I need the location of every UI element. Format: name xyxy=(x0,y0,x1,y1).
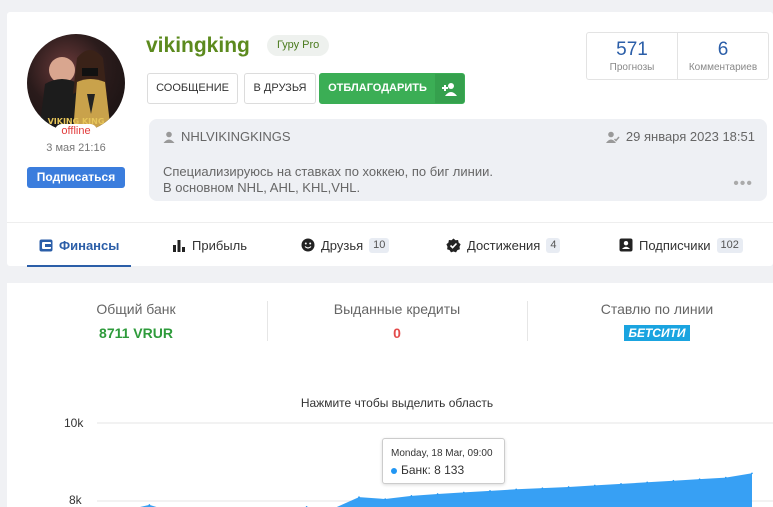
bank-data-point[interactable] xyxy=(384,498,387,500)
bank-title: Общий банк xyxy=(96,301,176,317)
bank-data-point[interactable] xyxy=(489,490,491,492)
thank-button[interactable]: ОТБЛАГОДАРИТЬ xyxy=(319,73,465,104)
profile-tabs: Финансы Прибыль Друзья 10 Достижения 4 П… xyxy=(7,222,773,267)
bank-data-point[interactable] xyxy=(567,486,570,488)
chart-hint: Нажмите чтобы выделить область xyxy=(300,396,494,410)
avatar-image: VIKING KING xyxy=(39,50,111,132)
tooltip-value: 8 133 xyxy=(434,463,465,477)
bank-block: Общий банк 8711 VRUR xyxy=(7,301,265,341)
add-friend-button[interactable]: В ДРУЗЬЯ xyxy=(244,73,316,104)
username[interactable]: vikingking xyxy=(146,34,250,58)
tab-subscribers-count: 102 xyxy=(716,237,743,253)
bio-line-2: В основном NHL, AHL, KHL,VHL. xyxy=(163,180,361,195)
bank-data-point[interactable] xyxy=(436,493,439,495)
smile-icon xyxy=(301,238,315,252)
bank-data-point[interactable] xyxy=(646,481,648,484)
line-block: Ставлю по линии БЕТСИТИ xyxy=(528,301,773,342)
join-date: 3 мая 21:16 xyxy=(46,142,106,154)
badge-check-icon xyxy=(446,238,461,252)
chart-tooltip: Monday, 18 Mar, 09:00 Банк: 8 133 xyxy=(382,438,505,484)
bank-data-point[interactable] xyxy=(725,476,727,479)
bank-data-point[interactable] xyxy=(620,483,622,485)
date-text: 29 января 2023 18:51 xyxy=(625,129,755,144)
contact-card-icon xyxy=(619,238,633,252)
avatar[interactable]: VIKING KING xyxy=(27,34,125,132)
bank-value: 8711 VRUR xyxy=(99,325,173,341)
bar-chart-icon xyxy=(173,239,185,252)
message-button[interactable]: СООБЩЕНИЕ xyxy=(147,73,238,104)
thank-button-label: ОТБЛАГОДАРИТЬ xyxy=(328,82,427,94)
bank-data-point[interactable] xyxy=(515,488,517,491)
bookmaker-logo[interactable]: БЕТСИТИ xyxy=(624,325,690,341)
forecasts-label: Прогнозы xyxy=(609,62,655,73)
about-panel: NHLVIKINGKINGS 29 января 2023 18:51 Спец… xyxy=(149,119,767,201)
stats-box: 571 Прогнозы 6 Комментариев xyxy=(586,32,769,80)
tab-subscribers-label: Подписчики xyxy=(639,237,711,253)
line-title: Ставлю по линии xyxy=(600,301,714,317)
credits-title: Выданные кредиты xyxy=(333,301,461,317)
bank-data-point[interactable] xyxy=(594,484,596,487)
about-date: 29 января 2023 18:51 xyxy=(605,129,755,144)
comments-label: Комментариев xyxy=(688,62,758,73)
credits-block: Выданные кредиты 0 xyxy=(268,301,526,341)
comments-stat[interactable]: 6 Комментариев xyxy=(677,33,768,79)
tab-profit-label: Прибыль xyxy=(192,237,247,253)
bio-line-1: Специализируюсь на ставках по хоккею, по… xyxy=(163,164,493,179)
comments-count: 6 xyxy=(717,39,729,60)
user-check-icon xyxy=(605,131,620,143)
tab-achievements[interactable]: Достижения 4 xyxy=(446,223,561,267)
bank-data-point[interactable] xyxy=(410,495,413,497)
subscribe-button[interactable]: Подписаться xyxy=(27,167,125,188)
credits-value: 0 xyxy=(393,325,401,341)
series-dot xyxy=(391,467,397,474)
tab-finance[interactable]: Финансы xyxy=(26,223,132,267)
tab-achievements-label: Достижения xyxy=(467,237,541,253)
bio-text: Специализируюсь на ставках по хоккею, по… xyxy=(163,164,493,196)
rank-badge: Гуру Pro xyxy=(267,35,330,56)
wallet-icon xyxy=(39,239,53,251)
status-badge: offline xyxy=(55,124,97,138)
bank-data-point[interactable] xyxy=(698,478,701,480)
tab-friends-count: 10 xyxy=(369,237,390,253)
forecasts-stat[interactable]: 571 Прогнозы xyxy=(587,33,677,79)
bank-data-point[interactable] xyxy=(672,479,675,482)
forecasts-count: 571 xyxy=(616,39,648,60)
tab-achievements-count: 4 xyxy=(546,237,561,253)
tab-friends-label: Друзья xyxy=(321,237,364,253)
user-icon xyxy=(163,131,175,143)
finance-panel: Общий банк 8711 VRUR Выданные кредиты 0 … xyxy=(7,283,773,507)
bank-data-point[interactable] xyxy=(358,496,360,498)
tab-subscribers[interactable]: Подписчики 102 xyxy=(619,223,743,267)
tab-friends[interactable]: Друзья 10 xyxy=(301,223,390,267)
handle-text: NHLVIKINGKINGS xyxy=(181,129,291,144)
tab-profit[interactable]: Прибыль xyxy=(172,223,247,267)
add-person-icon xyxy=(435,74,464,103)
bank-data-point[interactable] xyxy=(751,472,753,475)
about-handle: NHLVIKINGKINGS xyxy=(163,129,291,144)
tooltip-series: Банк xyxy=(401,463,428,477)
tooltip-date: Monday, 18 Mar, 09:00 xyxy=(391,448,493,459)
more-options-icon[interactable]: ••• xyxy=(733,175,753,193)
bank-data-point[interactable] xyxy=(463,491,465,494)
tooltip-value-row: Банк: 8 133 xyxy=(391,463,464,477)
bank-data-point[interactable] xyxy=(541,487,544,489)
bank-data-point[interactable] xyxy=(148,504,151,506)
tab-finance-label: Финансы xyxy=(59,237,120,253)
